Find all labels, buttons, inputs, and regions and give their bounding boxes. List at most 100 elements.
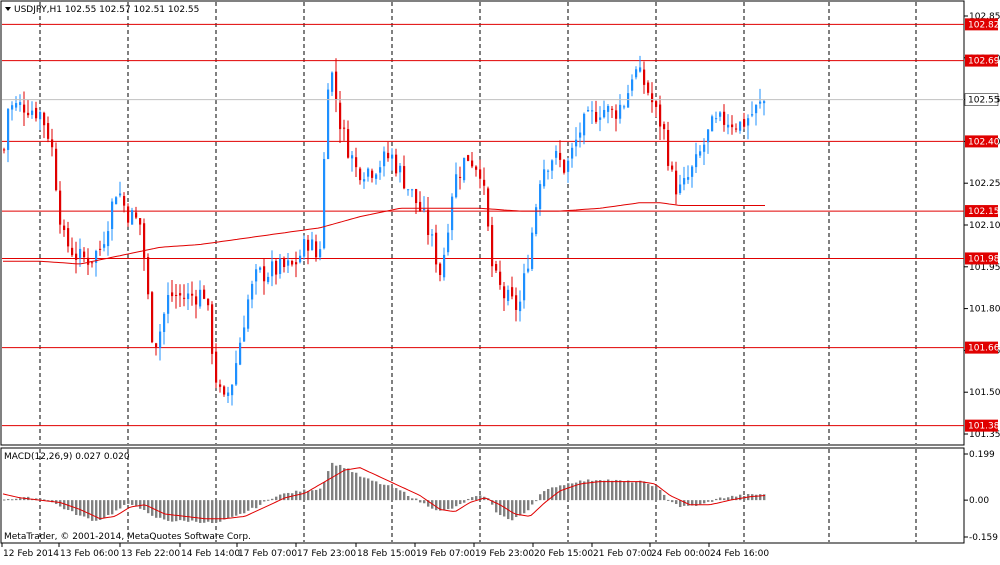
candle-body — [459, 176, 462, 178]
macd-histogram-bar — [7, 499, 10, 501]
candle-body — [291, 260, 294, 265]
candle-body — [747, 118, 750, 126]
candle-body — [495, 264, 498, 271]
candle-body — [507, 289, 510, 301]
macd-histogram-bar — [223, 500, 226, 520]
candle-body — [243, 327, 246, 342]
level-price-label: 102.82 — [968, 20, 1000, 30]
macd-histogram-bar — [423, 500, 426, 504]
candle-body — [51, 139, 54, 148]
candle-body — [499, 271, 502, 285]
macd-histogram-bar — [179, 500, 182, 521]
candle-body — [123, 196, 126, 206]
macd-histogram-bar — [267, 499, 270, 501]
candle-body — [135, 212, 138, 218]
macd-histogram-bar — [339, 464, 342, 501]
macd-histogram-bar — [235, 500, 238, 516]
candle-body — [187, 293, 190, 300]
candle-body — [79, 248, 82, 258]
candle-body — [347, 129, 350, 158]
macd-histogram-bar — [251, 500, 254, 508]
macd-info-text: MACD(12,26,9) 0.027 0.020 — [4, 452, 130, 462]
macd-histogram-bar — [759, 494, 762, 501]
candle-body — [483, 179, 486, 186]
macd-histogram-bar — [615, 479, 618, 501]
time-tick-label: 13 Feb 06:00 — [60, 549, 119, 559]
macd-histogram-bar — [71, 500, 74, 512]
macd-histogram-bar — [15, 498, 18, 501]
macd-histogram-bar — [367, 478, 370, 501]
macd-histogram-bar — [475, 496, 478, 501]
candle-body — [603, 109, 606, 118]
candle-body — [531, 232, 534, 269]
price-pane-frame — [0, 0, 965, 446]
level-price-label: 101.98 — [968, 254, 1000, 264]
macd-histogram-bar — [407, 496, 410, 501]
macd-histogram-bar — [107, 500, 110, 515]
candle-body — [387, 152, 390, 159]
time-tick-label: 17 Feb 07:00 — [238, 549, 297, 559]
macd-histogram-bar — [263, 500, 266, 502]
candle-body — [755, 104, 758, 114]
macd-histogram-bar — [631, 482, 634, 501]
candle-body — [283, 258, 286, 268]
candle-body — [319, 249, 322, 258]
candle-body — [435, 232, 438, 265]
macd-histogram-bar — [11, 499, 14, 501]
candle-body — [627, 93, 630, 108]
candle-body — [267, 276, 270, 283]
macd-histogram-bar — [595, 480, 598, 501]
candle-body — [519, 301, 522, 312]
macd-histogram-bar — [511, 500, 514, 521]
symbol-header[interactable]: USDJPY,H1 102.55 102.57 102.51 102.55 — [5, 5, 199, 15]
candle-body — [59, 190, 62, 225]
macd-histogram-bar — [383, 484, 386, 501]
candle-body — [343, 127, 346, 129]
candle-body — [151, 292, 154, 343]
macd-histogram-bar — [187, 500, 190, 522]
macd-histogram-bar — [239, 500, 242, 514]
macd-histogram-bar — [103, 500, 106, 518]
candle-body — [551, 160, 554, 171]
macd-tick-label: -0.159 — [969, 533, 998, 543]
candle-body — [235, 363, 238, 385]
macd-histogram-bar — [403, 491, 406, 501]
candle-body — [471, 160, 474, 167]
macd-histogram-bar — [603, 480, 606, 501]
current-price-label: 102.55 — [968, 96, 1000, 106]
macd-histogram-bar — [195, 500, 198, 522]
macd-histogram-bar — [687, 500, 690, 506]
candle-body — [571, 147, 574, 159]
macd-histogram-bar — [447, 500, 450, 510]
candle-body — [595, 111, 598, 122]
candle-body — [527, 268, 530, 272]
mt4-chart-window[interactable]: 102.85102.70102.55102.40102.25102.10101.… — [0, 0, 1000, 561]
candle-body — [99, 248, 102, 250]
macd-histogram-bar — [667, 499, 670, 501]
chart-canvas[interactable]: 102.85102.70102.55102.40102.25102.10101.… — [0, 0, 1000, 561]
candle-body — [491, 225, 494, 267]
candle-body — [427, 209, 430, 235]
macd-histogram-bar — [315, 489, 318, 501]
candle-body — [651, 93, 654, 103]
candle-body — [251, 283, 254, 300]
macd-histogram-bar — [19, 498, 22, 501]
macd-histogram-bar — [599, 480, 602, 501]
candle-body — [303, 238, 306, 257]
macd-histogram-bar — [359, 476, 362, 501]
candle-body — [451, 196, 454, 231]
macd-histogram-bar — [259, 500, 262, 505]
macd-histogram-bar — [531, 500, 534, 505]
time-tick-label: 21 Feb 07:00 — [593, 549, 652, 559]
macd-histogram-bar — [699, 500, 702, 505]
macd-histogram-bar — [471, 497, 474, 501]
macd-histogram-bar — [211, 500, 214, 524]
candle-body — [559, 152, 562, 160]
candle-body — [543, 169, 546, 187]
candle-body — [715, 118, 718, 120]
candle-body — [339, 102, 342, 130]
macd-histogram-bar — [183, 500, 186, 521]
macd-histogram-bar — [171, 500, 174, 522]
macd-histogram-bar — [543, 491, 546, 501]
candle-body — [359, 168, 362, 181]
